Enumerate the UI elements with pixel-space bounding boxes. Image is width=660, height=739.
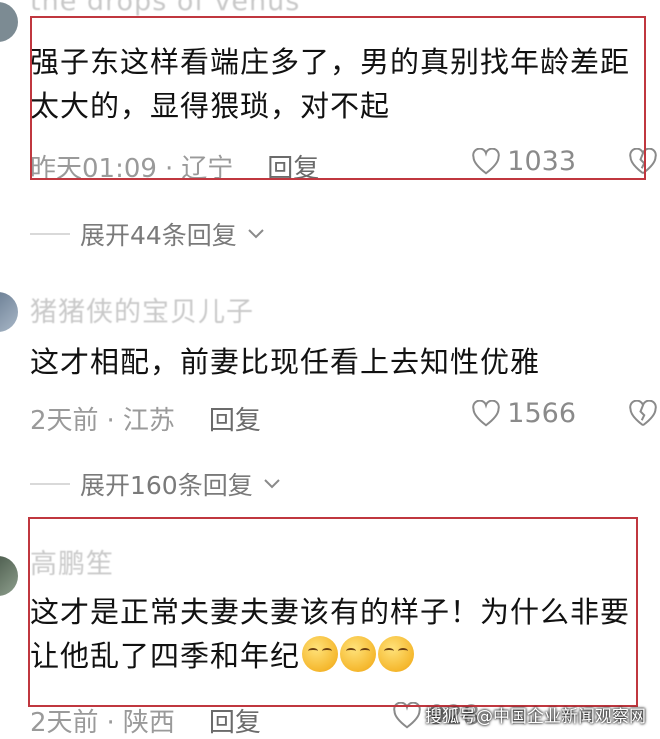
comment-username[interactable]: the drops of venus (30, 0, 300, 17)
meta-separator: · (106, 406, 115, 436)
meta-separator: · (106, 708, 115, 738)
comment-location: 江苏 (122, 406, 175, 436)
highlight-box (30, 16, 646, 180)
reply-button[interactable]: 回复 (209, 406, 261, 436)
comment-meta: 2天前 · 江苏 回复 (30, 400, 261, 437)
avatar[interactable] (0, 2, 18, 42)
comment-text: 这才相配，前妻比现任看上去知性优雅 (30, 345, 541, 379)
heart-icon (472, 399, 501, 427)
expand-replies[interactable]: 展开160条回复 (30, 466, 281, 502)
avatar[interactable] (0, 556, 18, 596)
comment-meta: 2天前 · 陕西 回复 (30, 702, 261, 739)
expand-label: 展开44条回复 (80, 221, 237, 250)
chevron-down-icon (264, 479, 280, 489)
comment-location: 陕西 (122, 708, 175, 738)
comment-time: 2天前 (30, 708, 99, 738)
highlight-box (28, 517, 638, 707)
watermark: 搜狐号@中国企业新闻观察网 (425, 707, 646, 727)
like-button[interactable]: 1566 (471, 398, 576, 429)
comment-username[interactable]: 猪猪侠的宝贝儿子 (30, 290, 254, 329)
reply-button[interactable]: 回复 (209, 708, 261, 738)
comment-time: 2天前 (30, 406, 99, 436)
broken-heart-icon[interactable] (628, 400, 658, 428)
divider-line (30, 233, 70, 235)
like-count: 1566 (507, 398, 576, 429)
avatar[interactable] (0, 292, 18, 332)
expand-label: 展开160条回复 (80, 471, 253, 500)
expand-replies[interactable]: 展开44条回复 (30, 216, 265, 252)
chevron-down-icon (248, 229, 264, 239)
divider-line (30, 483, 70, 485)
